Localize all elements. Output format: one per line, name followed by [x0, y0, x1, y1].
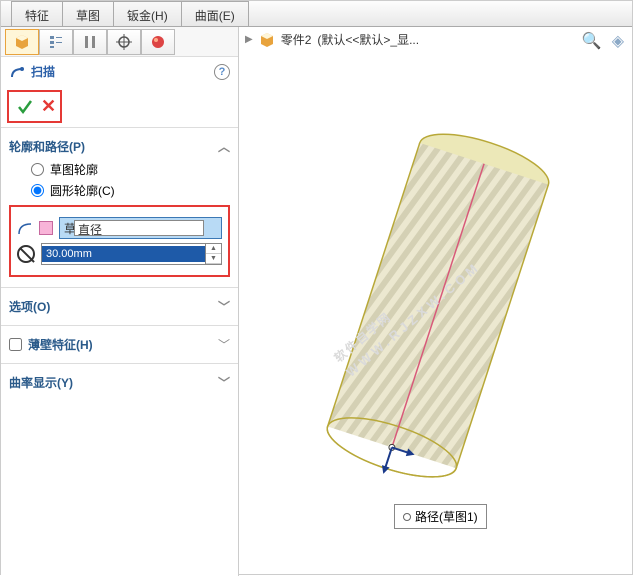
feature-header: 扫描 ? — [1, 57, 238, 86]
section-curvature: 曲率显示(Y) ﹀ — [1, 363, 238, 401]
radio-sketch-profile[interactable]: 草图轮廓 — [9, 159, 230, 180]
tab-icon-appearance[interactable] — [141, 29, 175, 55]
cylinder-preview — [239, 57, 632, 574]
breadcrumb-arrow-icon[interactable]: ▶ — [245, 34, 253, 45]
help-button[interactable]: ? — [214, 64, 230, 80]
section-title: 选项(O) — [9, 298, 50, 315]
selection-tooltip: 直径 — [74, 220, 204, 236]
check-icon — [17, 99, 33, 115]
path-callout[interactable]: 路径(草图1) — [394, 504, 487, 529]
tab-sketch[interactable]: 草图 — [62, 1, 114, 26]
section-header-curvature[interactable]: 曲率显示(Y) ﹀ — [9, 370, 230, 395]
thin-checkbox[interactable] — [9, 338, 22, 351]
diameter-input[interactable]: 30.00mm ▲ ▼ — [41, 243, 222, 265]
diameter-icon — [17, 245, 35, 263]
section-thin: 薄壁特征(H) ﹀ — [1, 325, 238, 363]
tab-sheetmetal[interactable]: 钣金(H) — [113, 1, 182, 26]
panel-tabs — [1, 27, 238, 57]
tab-surface[interactable]: 曲面(E) — [181, 1, 249, 26]
chevron-up-icon: ︿ — [218, 138, 230, 155]
section-title: 曲率显示(Y) — [9, 374, 73, 391]
config-icon — [82, 34, 98, 50]
cancel-button[interactable]: ✕ — [41, 96, 56, 117]
ok-button[interactable] — [17, 99, 33, 115]
spin-up[interactable]: ▲ — [206, 244, 221, 254]
thin-label: 薄壁特征(H) — [28, 336, 93, 353]
thin-feature-row[interactable]: 薄壁特征(H) ﹀ — [9, 332, 230, 357]
top-tabs: 特征 草图 钣金(H) 曲面(E) — [1, 1, 632, 27]
path-icon — [17, 220, 33, 236]
tab-feature[interactable]: 特征 — [11, 1, 63, 26]
tab-icon-feature[interactable] — [5, 29, 39, 55]
radio-circular-profile[interactable]: 圆形轮廓(C) — [9, 180, 230, 201]
selection-color-icon — [39, 221, 53, 235]
sphere-icon — [150, 34, 166, 50]
chevron-down-icon: ﹀ — [218, 374, 230, 391]
path-selection-field[interactable]: 草 直径 — [59, 217, 222, 239]
orientation-icon[interactable]: ◈ — [612, 31, 624, 51]
cube-icon — [14, 34, 30, 50]
section-title: 轮廓和路径(P) — [9, 138, 85, 155]
search-icon[interactable]: 🔍 — [582, 31, 602, 51]
section-header-profile[interactable]: 轮廓和路径(P) ︿ — [9, 134, 230, 159]
tab-icon-tree[interactable] — [39, 29, 73, 55]
section-header-options[interactable]: 选项(O) ﹀ — [9, 294, 230, 319]
callout-label: 路径(草图1) — [415, 508, 478, 525]
callout-dot-icon — [403, 513, 411, 521]
feature-title: 扫描 — [31, 63, 55, 80]
breadcrumb: ▶ 零件2 (默认<<默认>_显... — [239, 27, 632, 52]
tab-icon-config[interactable] — [73, 29, 107, 55]
tab-icon-target[interactable] — [107, 29, 141, 55]
section-profile-path: 轮廓和路径(P) ︿ 草图轮廓 圆形轮廓(C) 草 直径 30. — [1, 127, 238, 287]
ok-cancel-group: ✕ — [7, 90, 62, 123]
highlight-box: 草 直径 30.00mm ▲ ▼ — [9, 205, 230, 277]
diameter-value: 30.00mm — [42, 246, 205, 262]
property-panel: 扫描 ? ✕ 轮廓和路径(P) ︿ 草图轮廓 圆形轮廓(C) 草 — [1, 27, 239, 576]
radio-label: 圆形轮廓(C) — [50, 182, 115, 199]
view-controls: 🔍 ◈ — [582, 31, 624, 51]
chevron-down-icon: ﹀ — [218, 298, 230, 315]
config-name: (默认<<默认>_显... — [317, 31, 419, 48]
section-options: 选项(O) ﹀ — [1, 287, 238, 325]
3d-canvas[interactable]: 软件自学网 WWW.RJZXW.COM 路径(草图1) — [239, 57, 632, 574]
sweep-icon — [9, 64, 25, 80]
crosshair-icon — [116, 34, 132, 50]
spinner: ▲ ▼ — [205, 244, 221, 264]
spin-down[interactable]: ▼ — [206, 254, 221, 264]
radio-input-sketch[interactable] — [31, 163, 44, 176]
part-name[interactable]: 零件2 — [281, 31, 312, 48]
tree-icon — [48, 34, 64, 50]
radio-input-circular[interactable] — [31, 184, 44, 197]
path-selection-row: 草 直径 — [17, 217, 222, 239]
radio-label: 草图轮廓 — [50, 161, 98, 178]
graphics-view[interactable]: ▶ 零件2 (默认<<默认>_显... 🔍 ◈ — [239, 27, 632, 574]
diameter-row: 30.00mm ▲ ▼ — [17, 243, 222, 265]
part-icon — [259, 32, 275, 48]
chevron-down-icon: ﹀ — [218, 336, 230, 353]
